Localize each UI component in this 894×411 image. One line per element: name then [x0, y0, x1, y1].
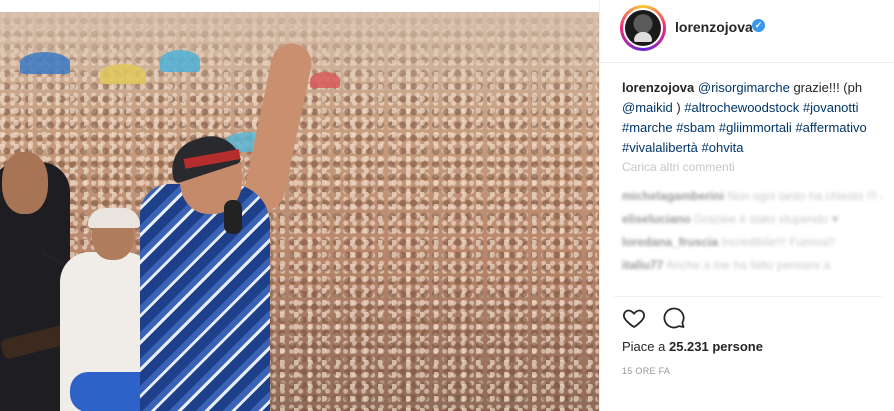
- likes-suffix: persone: [708, 339, 763, 354]
- comment-icon[interactable]: [662, 306, 688, 332]
- avatar-frame: [623, 8, 663, 48]
- microphone: [224, 200, 242, 234]
- umbrella: [160, 50, 200, 72]
- comment-user[interactable]: italiu77: [622, 258, 663, 272]
- comment-user[interactable]: eliseluciano: [622, 212, 691, 226]
- comment-user[interactable]: loredana_fruscia: [622, 235, 718, 249]
- avatar-image: [625, 10, 661, 46]
- post-side-panel: lorenzojova ✓ lorenzojova @risorgimarche…: [599, 0, 894, 411]
- singer-shirt: [140, 184, 270, 411]
- mention-link[interactable]: @risorgimarche: [698, 80, 790, 95]
- post-photo[interactable]: [0, 12, 599, 411]
- umbrella: [310, 72, 340, 88]
- comment-item: eliseluciano Graziee è stato stupendo ♥: [622, 208, 882, 231]
- comment-text: Graziee è stato stupendo ♥: [694, 212, 839, 226]
- hashtag-link[interactable]: #sbam: [676, 120, 715, 135]
- caption-fragment: grazie!!! (ph: [789, 80, 863, 95]
- username-link[interactable]: lorenzojova: [675, 19, 753, 35]
- bassist-hat: [88, 208, 140, 228]
- caption-fragment: ): [672, 100, 685, 115]
- comment-user[interactable]: michelagamberini: [622, 189, 724, 203]
- avatar-shirt: [634, 32, 652, 42]
- comment-text: Non ogni tanto ha chiesto !!! @xxxxxxxxx…: [727, 189, 882, 203]
- caption-author[interactable]: lorenzojova: [622, 80, 694, 95]
- verified-badge-icon: ✓: [752, 19, 765, 32]
- post-timestamp[interactable]: 15 ORE FA: [622, 366, 670, 376]
- guitarist-head: [2, 152, 48, 214]
- avatar[interactable]: [620, 5, 666, 51]
- comment-text: Anche a me ha fatto pensare a: [666, 258, 831, 272]
- mention-link[interactable]: @maikid: [622, 100, 673, 115]
- comment-text: Incredibile!!! Fumosi!!: [721, 235, 836, 249]
- comment-item: loredana_fruscia Incredibile!!! Fumosi!!: [622, 231, 882, 254]
- post-caption: lorenzojova @risorgimarche grazie!!! (ph…: [622, 78, 892, 158]
- comment-item: michelagamberini Non ogni tanto ha chies…: [622, 185, 882, 208]
- hashtag-link[interactable]: #vivalalibertà: [622, 140, 698, 155]
- load-more-comments[interactable]: Carica altri commenti: [622, 160, 735, 174]
- hashtag-link[interactable]: #jovanotti: [803, 100, 859, 115]
- likes-count[interactable]: Piace a 25.231 persone: [622, 339, 763, 354]
- hashtag-link[interactable]: #ohvita: [702, 140, 744, 155]
- likes-prefix: Piace a: [622, 339, 669, 354]
- hashtag-link[interactable]: #gliimmortali: [719, 120, 792, 135]
- umbrella: [100, 64, 146, 84]
- hashtag-link[interactable]: #marche: [622, 120, 673, 135]
- comment-item: italiu77 Anche a me ha fatto pensare a: [622, 254, 882, 277]
- post-header: lorenzojova ✓: [600, 0, 894, 63]
- hashtag-link[interactable]: #altrochewoodstock: [684, 100, 799, 115]
- hashtag-link[interactable]: #affermativo: [795, 120, 866, 135]
- umbrella: [20, 52, 70, 74]
- likes-number: 25.231: [668, 339, 709, 354]
- actions-divider: [614, 296, 882, 297]
- heart-icon[interactable]: [622, 306, 648, 332]
- comment-list: michelagamberini Non ogni tanto ha chies…: [622, 185, 882, 277]
